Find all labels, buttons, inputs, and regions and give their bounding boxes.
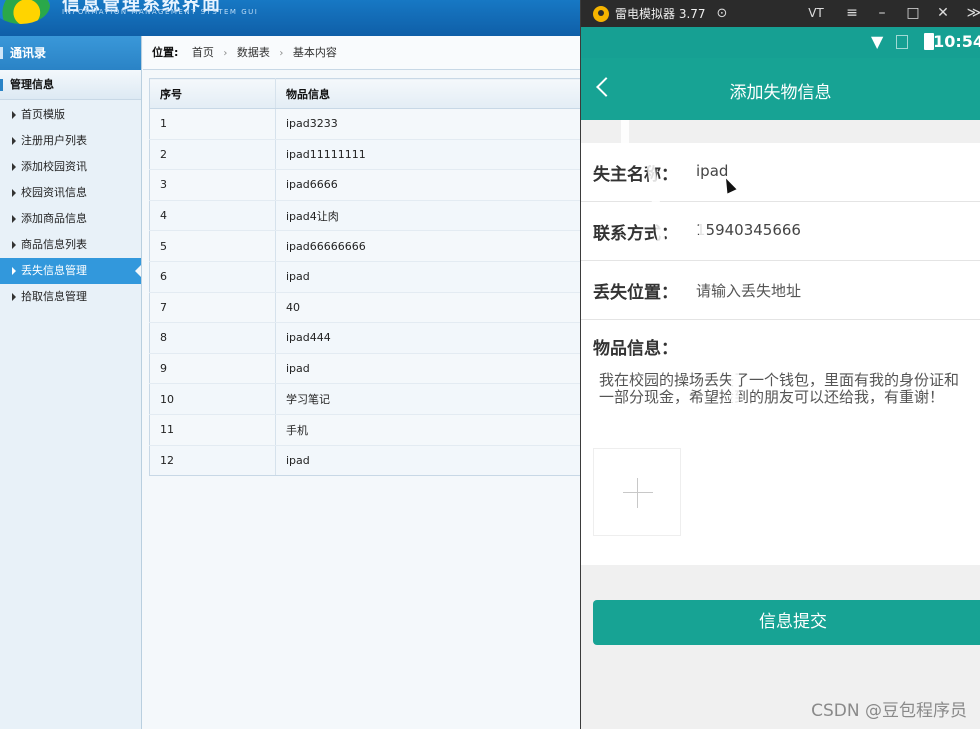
- emulator-title: 雷电模拟器 3.77: [615, 7, 706, 21]
- cell-index: 11: [149, 414, 276, 446]
- cell-index: 10: [149, 383, 276, 415]
- breadcrumb-label: 位置:: [152, 46, 179, 59]
- wifi-icon: ▼: [871, 32, 884, 51]
- cell-item-info: ipad: [275, 261, 580, 293]
- table-header-row: 序号 物品信息: [149, 78, 580, 109]
- table-row[interactable]: 11 手机: [149, 414, 580, 446]
- breadcrumb-separator-icon: ›: [279, 48, 284, 59]
- column-header-item-info: 物品信息: [275, 78, 580, 109]
- minimize-icon[interactable]: –: [869, 0, 895, 27]
- item-info-textarea[interactable]: 我在校园的操场丢失了一个钱包，里面有我的身份证和一部分现金，希望捡到的朋友可以还…: [599, 372, 962, 448]
- table-row[interactable]: 9 ipad: [149, 353, 580, 385]
- table-row[interactable]: 4 ipad4让肉: [149, 200, 580, 232]
- item-info-row: 物品信息：: [581, 320, 980, 372]
- sidebar-item-add-campus-news[interactable]: 添加校园资讯: [0, 154, 141, 180]
- form-spacer: [581, 120, 980, 143]
- owner-name-input[interactable]: ipad: [696, 162, 728, 180]
- cell-item-info: 学习笔记: [275, 383, 580, 415]
- screen-artifact: [699, 220, 707, 260]
- page-title: 添加失物信息: [729, 83, 832, 103]
- lost-items-table: 序号 物品信息 1 ipad3233 2 ipad11111111 3 ipad666…: [149, 78, 580, 477]
- lost-location-row: 丢失位置： 请输入丢失地址: [581, 261, 980, 320]
- gamepad-icon[interactable]: ⊙: [709, 0, 735, 27]
- breadcrumb-link-datatable[interactable]: 数据表: [237, 46, 270, 59]
- admin-window: 信息管理系统界面 INFORMATION MANAGEMENT SYSTEM G…: [0, 0, 580, 729]
- android-status-bar: ▼ 10:54: [581, 27, 980, 58]
- expand-sidebar-icon[interactable]: ≫: [961, 0, 980, 27]
- cell-item-info: 40: [275, 292, 580, 324]
- sidebar-header[interactable]: 通讯录: [0, 36, 141, 70]
- add-photo-button[interactable]: [593, 448, 681, 536]
- cell-index: 12: [149, 445, 276, 477]
- vt-indicator[interactable]: VT: [803, 0, 829, 27]
- logo-icon: [0, 0, 50, 24]
- app-toolbar: 添加失物信息: [581, 58, 980, 120]
- sidebar-item-lost-items[interactable]: 丢失信息管理: [0, 258, 141, 284]
- maximize-icon[interactable]: □: [900, 0, 926, 27]
- emulator-logo-icon: [593, 5, 609, 22]
- cell-index: 1: [149, 108, 276, 140]
- watermark: CSDN @豆包程序员: [811, 701, 967, 721]
- sidebar: 通讯录 管理信息 首页模版 注册用户列表 添加校园资讯 校园资讯信息 添加商品信…: [0, 36, 142, 729]
- sidebar-item-campus-news[interactable]: 校园资讯信息: [0, 180, 141, 206]
- screen-artifact: [621, 120, 629, 150]
- table-row[interactable]: 5 ipad66666666: [149, 230, 580, 262]
- breadcrumb-link-home[interactable]: 首页: [192, 46, 214, 59]
- cell-index: 6: [149, 261, 276, 293]
- contact-input[interactable]: 15940345666: [696, 221, 801, 239]
- contact-row: 联系方式： 15940345666: [581, 202, 980, 261]
- sidebar-item-home-template[interactable]: 首页模版: [0, 102, 141, 128]
- cell-item-info: ipad444: [275, 322, 580, 354]
- submit-button[interactable]: 信息提交: [593, 600, 980, 645]
- status-time: 10:54: [933, 32, 980, 51]
- cell-item-info: 手机: [275, 414, 580, 446]
- item-info-label: 物品信息：: [593, 339, 678, 359]
- table-row[interactable]: 12 ipad: [149, 445, 580, 477]
- lost-location-label: 丢失位置：: [593, 283, 678, 303]
- cell-item-info: ipad3233: [275, 108, 580, 140]
- sidebar-item-registered-users[interactable]: 注册用户列表: [0, 128, 141, 154]
- cell-index: 7: [149, 292, 276, 324]
- lost-location-input[interactable]: 请输入丢失地址: [696, 280, 801, 301]
- cell-item-info: ipad66666666: [275, 230, 580, 262]
- breadcrumb-separator-icon: ›: [223, 48, 228, 59]
- owner-name-label: 失主名称：: [593, 165, 678, 185]
- cell-item-info: ipad4让肉: [275, 200, 580, 232]
- cell-index: 5: [149, 230, 276, 262]
- table-row[interactable]: 10 学习笔记: [149, 383, 580, 415]
- emulator-titlebar: 雷电模拟器 3.77 ⊙ VT ≡ – □ ✕ ≫: [581, 0, 980, 27]
- sidebar-menu: 首页模版 注册用户列表 添加校园资讯 校园资讯信息 添加商品信息 商品信息列表 …: [0, 100, 141, 310]
- emulator-window: 雷电模拟器 3.77 ⊙ VT ≡ – □ ✕ ≫ ▼ 10:54 添加失物信息…: [580, 0, 980, 729]
- column-header-index: 序号: [149, 78, 276, 109]
- table-row[interactable]: 2 ipad11111111: [149, 139, 580, 171]
- sidebar-item-found-items[interactable]: 拾取信息管理: [0, 284, 141, 310]
- cell-index: 9: [149, 353, 276, 385]
- cell-item-info: ipad11111111: [275, 139, 580, 171]
- sidebar-item-goods-list[interactable]: 商品信息列表: [0, 232, 141, 258]
- table-row[interactable]: 1 ipad3233: [149, 108, 580, 140]
- table-row[interactable]: 6 ipad: [149, 261, 580, 293]
- cell-index: 2: [149, 139, 276, 171]
- breadcrumb: 位置: 首页 › 数据表 › 基本内容: [143, 36, 580, 70]
- banner-subtitle: INFORMATION MANAGEMENT SYSTEM GUI: [62, 8, 259, 16]
- close-icon[interactable]: ✕: [930, 0, 956, 27]
- screen-artifact: [731, 372, 739, 422]
- sidebar-item-add-goods[interactable]: 添加商品信息: [0, 206, 141, 232]
- table-row[interactable]: 8 ipad444: [149, 322, 580, 354]
- owner-name-row: 失主名称： ipad: [581, 143, 980, 202]
- signal-icon: [896, 35, 908, 49]
- submit-area: 信息提交 CSDN @豆包程序员: [581, 565, 980, 729]
- table-row[interactable]: 3 ipad6666: [149, 169, 580, 201]
- table-row[interactable]: 7 40: [149, 292, 580, 324]
- cell-item-info: ipad: [275, 353, 580, 385]
- cell-index: 8: [149, 322, 276, 354]
- cell-item-info: ipad6666: [275, 169, 580, 201]
- header-banner: 信息管理系统界面 INFORMATION MANAGEMENT SYSTEM G…: [0, 0, 580, 36]
- menu-icon[interactable]: ≡: [839, 0, 865, 27]
- cell-index: 3: [149, 169, 276, 201]
- cell-index: 4: [149, 200, 276, 232]
- sidebar-section-title[interactable]: 管理信息: [0, 70, 141, 100]
- breadcrumb-current: 基本内容: [292, 46, 337, 59]
- cell-item-info: ipad: [275, 445, 580, 477]
